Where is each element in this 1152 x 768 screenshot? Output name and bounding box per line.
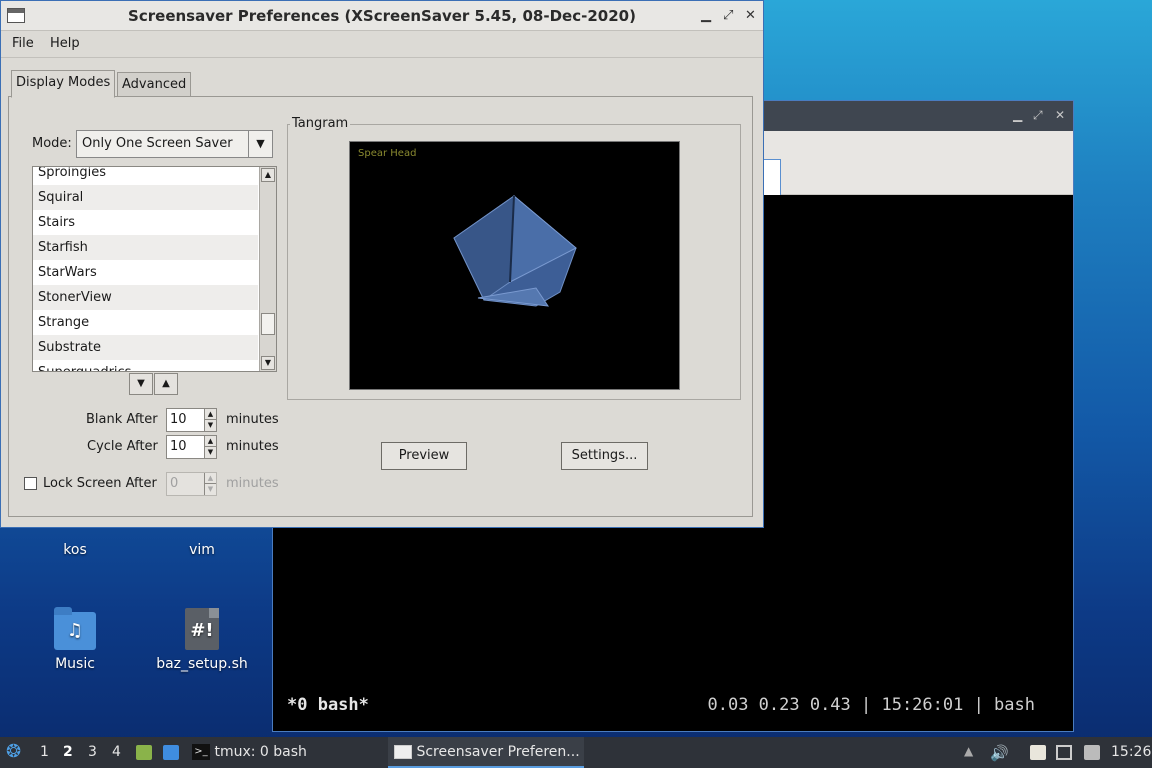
close-icon[interactable]: ✕: [1055, 108, 1065, 122]
tmux-status-bar: *0 bash* 0.03 0.23 0.43 | 15:26:01 | bas…: [287, 695, 1035, 717]
workspace-3[interactable]: 3: [88, 744, 97, 760]
task-label: Screensaver Preferen...: [416, 744, 580, 760]
desktop-icon-label: Music: [55, 656, 95, 672]
desktop-icon-label: kos: [63, 542, 87, 558]
cycle-after-value: 10: [170, 439, 187, 454]
spin-up-icon[interactable]: ▲: [204, 436, 216, 447]
blank-after-spinbox[interactable]: 10 ▲ ▼: [166, 408, 217, 432]
taskbar: ❂ 1 2 3 4 >_ tmux: 0 bash Screensaver Pr…: [0, 737, 1152, 768]
screensaver-preview[interactable]: Spear Head: [349, 141, 680, 390]
clock[interactable]: 15:26: [1111, 744, 1151, 760]
preview-group-title: Tangram: [290, 116, 351, 131]
workspace-2[interactable]: 2: [63, 744, 73, 760]
window-icon: [394, 745, 412, 759]
task-screensaver-preferences[interactable]: Screensaver Preferen...: [388, 737, 584, 768]
network-icon[interactable]: [1056, 745, 1072, 760]
maximize-icon[interactable]: ⤢: [1033, 108, 1043, 123]
preview-button[interactable]: Preview: [381, 442, 467, 470]
screensaver-list[interactable]: Sproingies Squiral Stairs Starfish StarWars S…: [32, 166, 277, 372]
tab-display-modes[interactable]: Display Modes: [11, 70, 116, 98]
desktop-icon-music[interactable]: ♫ Music: [20, 607, 130, 672]
list-item[interactable]: Squiral: [33, 185, 258, 210]
folder-music-icon: ♫: [54, 607, 96, 650]
menubar: File Help: [1, 31, 763, 58]
spin-down-icon: ▼: [204, 484, 216, 495]
list-item[interactable]: Superquadrics: [33, 360, 258, 371]
spin-down-icon[interactable]: ▼: [204, 447, 216, 458]
mode-select-value: Only One Screen Saver: [82, 136, 233, 151]
minimize-icon[interactable]: ▁: [701, 1, 711, 31]
scrollbar-thumb[interactable]: [261, 313, 275, 335]
mode-select[interactable]: Only One Screen Saver ▼: [76, 130, 273, 158]
list-item[interactable]: Stairs: [33, 210, 258, 235]
script-file-icon: #!: [185, 608, 219, 650]
tray-up-icon[interactable]: ▲: [964, 744, 973, 758]
lock-screen-checkbox[interactable]: [24, 477, 37, 490]
terminal-icon: >_: [192, 744, 210, 760]
workspace-4[interactable]: 4: [112, 744, 121, 760]
clipboard-icon[interactable]: [1030, 745, 1046, 760]
volume-icon[interactable]: 🔊: [990, 744, 1009, 762]
scroll-up-icon[interactable]: ▲: [261, 168, 275, 182]
desktop-icon-kos[interactable]: kos: [20, 536, 130, 558]
desktop-icon-baz-setup[interactable]: #! baz_setup.sh: [147, 608, 257, 672]
lock-screen-value: 0: [170, 476, 179, 491]
tmux-window-name: *0 bash*: [287, 695, 369, 715]
next-saver-button[interactable]: ▼: [129, 373, 153, 395]
desktop-icon-label: baz_setup.sh: [156, 656, 248, 672]
task-tmux[interactable]: >_ tmux: 0 bash: [192, 737, 382, 768]
file-manager-icon[interactable]: [136, 745, 152, 760]
list-item[interactable]: Substrate: [33, 335, 258, 360]
desktop-icon-label: vim: [189, 542, 215, 558]
show-desktop-icon[interactable]: [163, 745, 179, 760]
window-title: Screensaver Preferences (XScreenSaver 5.…: [128, 7, 636, 25]
notification-icon[interactable]: [1084, 745, 1100, 760]
settings-button[interactable]: Settings...: [561, 442, 648, 470]
list-item[interactable]: Sproingies: [33, 167, 258, 185]
tmux-status-right: 0.03 0.23 0.43 | 15:26:01 | bash: [707, 695, 1035, 715]
scroll-down-icon[interactable]: ▼: [261, 356, 275, 370]
lock-screen-label[interactable]: Lock Screen After: [43, 476, 157, 491]
minimize-icon[interactable]: ▁: [1013, 108, 1022, 122]
cycle-after-unit: minutes: [226, 439, 279, 454]
list-item[interactable]: Starfish: [33, 235, 258, 260]
chevron-down-icon[interactable]: ▼: [248, 131, 272, 157]
spin-down-icon[interactable]: ▼: [204, 420, 216, 431]
close-icon[interactable]: ✕: [745, 1, 756, 31]
prev-saver-button[interactable]: ▲: [154, 373, 178, 395]
blank-after-label: Blank After: [86, 412, 158, 427]
list-item[interactable]: StonerView: [33, 285, 258, 310]
window-app-icon[interactable]: [7, 8, 25, 23]
start-menu-icon[interactable]: ❂: [6, 741, 21, 762]
menu-file[interactable]: File: [12, 36, 34, 51]
list-item[interactable]: Strange: [33, 310, 258, 335]
blank-after-value: 10: [170, 412, 187, 427]
tangram-shape: [453, 194, 577, 307]
list-scrollbar[interactable]: ▲ ▼: [259, 167, 276, 371]
blank-after-unit: minutes: [226, 412, 279, 427]
terminal-tab[interactable]: [761, 159, 781, 195]
spin-up-icon[interactable]: ▲: [204, 409, 216, 420]
lock-screen-spinbox: 0 ▲ ▼: [166, 472, 217, 496]
mode-label: Mode:: [32, 136, 72, 151]
lock-screen-unit: minutes: [226, 476, 279, 491]
window-titlebar[interactable]: Screensaver Preferences (XScreenSaver 5.…: [1, 1, 763, 31]
menu-help[interactable]: Help: [50, 36, 80, 51]
cycle-after-spinbox[interactable]: 10 ▲ ▼: [166, 435, 217, 459]
desktop-icon-vim[interactable]: vim: [147, 536, 257, 558]
spin-up-icon: ▲: [204, 473, 216, 484]
screensaver-list-rows: Sproingies Squiral Stairs Starfish StarWars S…: [33, 167, 258, 371]
tab-advanced[interactable]: Advanced: [117, 72, 192, 97]
workspace-1[interactable]: 1: [40, 744, 49, 760]
list-item[interactable]: StarWars: [33, 260, 258, 285]
cycle-after-label: Cycle After: [87, 439, 158, 454]
maximize-icon[interactable]: ⤢: [723, 1, 733, 31]
task-label: tmux: 0 bash: [214, 744, 307, 760]
